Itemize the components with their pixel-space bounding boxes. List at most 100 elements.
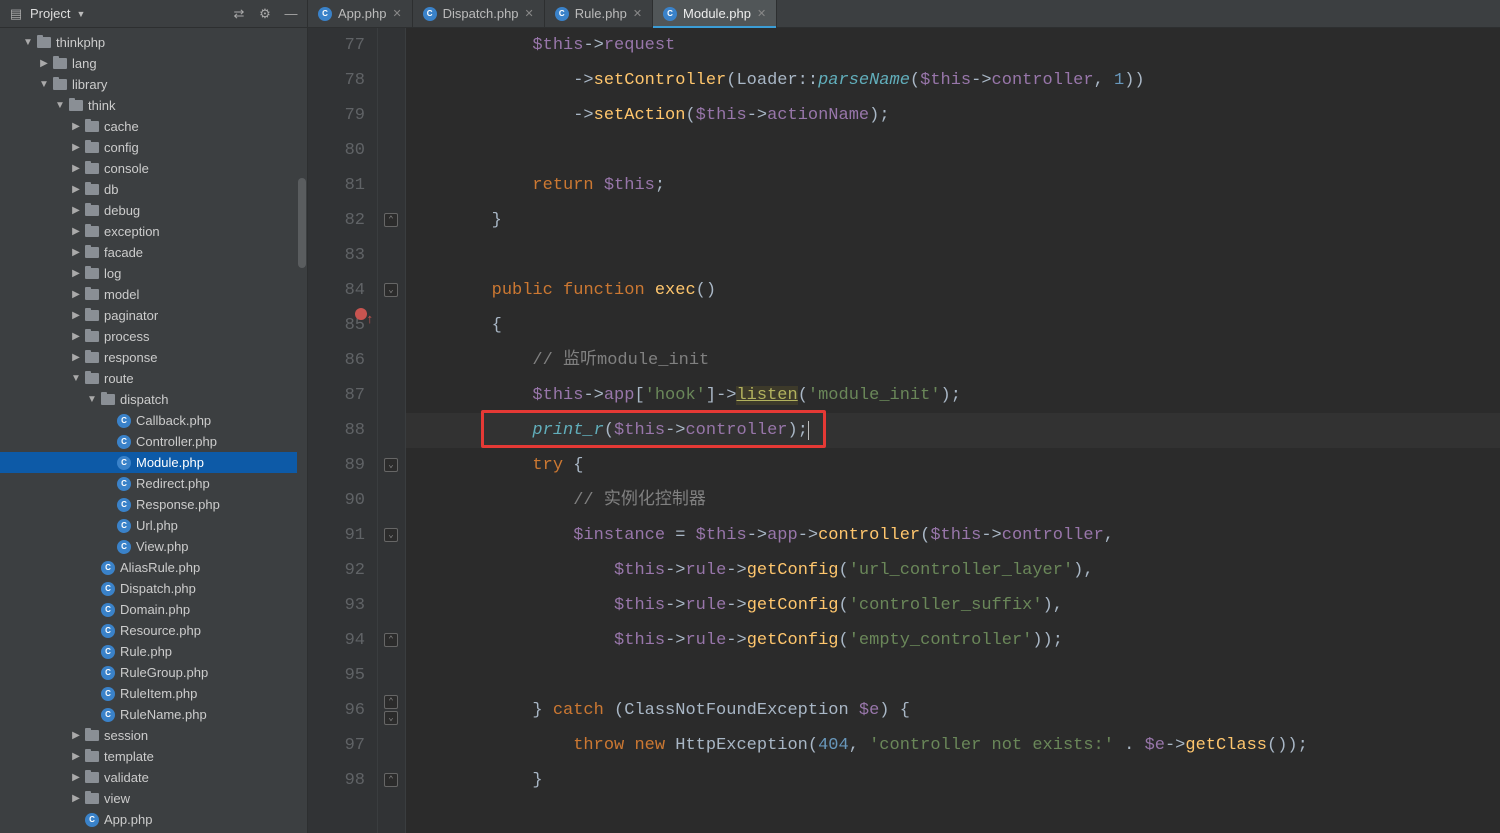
code-line[interactable]: $instance = $this->app->controller($this… — [410, 518, 1500, 553]
tree-folder[interactable]: ▼route — [0, 368, 307, 389]
fold-toggle-icon[interactable]: ⌃ — [384, 633, 398, 647]
code-line[interactable]: } catch (ClassNotFoundException $e) { — [410, 693, 1500, 728]
tree-expand-arrow[interactable]: ▶ — [70, 793, 82, 804]
tree-file[interactable]: Domain.php — [0, 599, 307, 620]
scroll-from-source-icon[interactable]: ⇄ — [231, 6, 247, 22]
tree-expand-arrow[interactable]: ▶ — [38, 58, 50, 69]
tree-file[interactable]: AliasRule.php — [0, 557, 307, 578]
tree-file[interactable]: Module.php — [0, 452, 307, 473]
code-line[interactable]: $this->rule->getConfig('url_controller_l… — [410, 553, 1500, 588]
tree-folder[interactable]: ▼dispatch — [0, 389, 307, 410]
code-lines[interactable]: $this->request ->setController(Loader::p… — [406, 28, 1500, 833]
sidebar-scrollbar[interactable] — [297, 28, 307, 833]
tree-folder[interactable]: ▶debug — [0, 200, 307, 221]
fold-toggle-icon[interactable]: ⌄ — [384, 283, 398, 297]
fold-toggle-icon[interactable]: ⌃ — [384, 213, 398, 227]
code-line[interactable]: return $this; — [410, 168, 1500, 203]
tree-expand-arrow[interactable]: ▶ — [70, 310, 82, 321]
close-icon[interactable]: ✕ — [392, 7, 401, 20]
tree-expand-arrow[interactable]: ▶ — [70, 163, 82, 174]
project-tree[interactable]: ▼thinkphp▶lang▼library▼think▶cache▶confi… — [0, 28, 307, 833]
tree-expand-arrow[interactable]: ▶ — [70, 121, 82, 132]
tree-folder[interactable]: ▶process — [0, 326, 307, 347]
close-icon[interactable]: ✕ — [757, 7, 766, 20]
tree-expand-arrow[interactable]: ▼ — [70, 373, 82, 384]
tree-folder[interactable]: ▶view — [0, 788, 307, 809]
settings-icon[interactable]: ⚙ — [257, 6, 273, 22]
tree-expand-arrow[interactable]: ▶ — [70, 184, 82, 195]
tree-folder[interactable]: ▶exception — [0, 221, 307, 242]
code-line[interactable]: public function exec() — [410, 273, 1500, 308]
tree-expand-arrow[interactable]: ▶ — [70, 772, 82, 783]
tree-file[interactable]: RuleName.php — [0, 704, 307, 725]
tree-folder[interactable]: ▶console — [0, 158, 307, 179]
code-line[interactable]: ->setAction($this->actionName); — [410, 98, 1500, 133]
code-line[interactable] — [410, 658, 1500, 693]
tree-file[interactable]: Url.php — [0, 515, 307, 536]
tree-folder[interactable]: ▶db — [0, 179, 307, 200]
code-line[interactable]: $this->request — [410, 28, 1500, 63]
tree-file[interactable]: RuleGroup.php — [0, 662, 307, 683]
tree-expand-arrow[interactable]: ▶ — [70, 289, 82, 300]
tree-file[interactable]: Response.php — [0, 494, 307, 515]
sidebar-scrollbar-thumb[interactable] — [298, 178, 306, 268]
tree-expand-arrow[interactable]: ▶ — [70, 352, 82, 363]
tree-folder[interactable]: ▼library — [0, 74, 307, 95]
tree-folder[interactable]: ▶model — [0, 284, 307, 305]
tree-expand-arrow[interactable]: ▼ — [22, 37, 34, 48]
tree-file[interactable]: App.php — [0, 809, 307, 830]
tree-file[interactable]: Resource.php — [0, 620, 307, 641]
tree-folder[interactable]: ▶session — [0, 725, 307, 746]
editor-tab[interactable]: Dispatch.php✕ — [413, 0, 545, 27]
tree-file[interactable]: Callback.php — [0, 410, 307, 431]
fold-toggle-icon[interactable]: ⌄ — [384, 528, 398, 542]
tree-file[interactable]: RuleItem.php — [0, 683, 307, 704]
tree-expand-arrow[interactable]: ▶ — [70, 268, 82, 279]
tree-expand-arrow[interactable]: ▶ — [70, 331, 82, 342]
code-line[interactable]: ->setController(Loader::parseName($this-… — [410, 63, 1500, 98]
tree-folder[interactable]: ▶log — [0, 263, 307, 284]
tree-expand-arrow[interactable]: ▶ — [70, 142, 82, 153]
tree-folder[interactable]: ▼thinkphp — [0, 32, 307, 53]
code-line[interactable]: $this->rule->getConfig('controller_suffi… — [410, 588, 1500, 623]
code-line[interactable]: try { — [410, 448, 1500, 483]
tree-file[interactable]: Dispatch.php — [0, 578, 307, 599]
code-line[interactable] — [410, 238, 1500, 273]
chevron-down-icon[interactable]: ▼ — [76, 9, 85, 19]
hide-icon[interactable]: — — [283, 6, 299, 22]
code-line[interactable]: print_r($this->controller);​ — [410, 413, 1500, 448]
tree-folder[interactable]: ▶lang — [0, 53, 307, 74]
code-line[interactable] — [410, 133, 1500, 168]
tree-folder[interactable]: ▶paginator — [0, 305, 307, 326]
code-line[interactable]: } — [410, 203, 1500, 238]
tree-file[interactable]: Controller.php — [0, 431, 307, 452]
tree-expand-arrow[interactable]: ▼ — [54, 100, 66, 111]
tree-folder[interactable]: ▶cache — [0, 116, 307, 137]
editor-tab[interactable]: App.php✕ — [308, 0, 413, 27]
tree-folder[interactable]: ▶validate — [0, 767, 307, 788]
tree-file[interactable]: View.php — [0, 536, 307, 557]
tree-folder[interactable]: ▶response — [0, 347, 307, 368]
override-marker-icon[interactable] — [355, 308, 367, 320]
code-line[interactable]: { — [410, 308, 1500, 343]
fold-gutter[interactable]: ⌃⌄⌄⌄⌃⌃⌄⌃ — [378, 28, 406, 833]
tree-file[interactable]: Redirect.php — [0, 473, 307, 494]
code-view[interactable]: 7778798081828384858687888990919293949596… — [308, 28, 1500, 833]
code-line[interactable]: // 实例化控制器 — [410, 483, 1500, 518]
tree-expand-arrow[interactable]: ▼ — [86, 394, 98, 405]
fold-toggle-icon[interactable]: ⌃ — [384, 773, 398, 787]
code-line[interactable]: } — [410, 763, 1500, 798]
editor-tab[interactable]: Module.php✕ — [653, 0, 777, 27]
tree-expand-arrow[interactable]: ▼ — [38, 79, 50, 90]
code-line[interactable]: throw new HttpException(404, 'controller… — [410, 728, 1500, 763]
tree-folder[interactable]: ▼think — [0, 95, 307, 116]
tree-expand-arrow[interactable]: ▶ — [70, 247, 82, 258]
code-line[interactable]: $this->rule->getConfig('empty_controller… — [410, 623, 1500, 658]
tree-file[interactable]: Rule.php — [0, 641, 307, 662]
tree-folder[interactable]: ▶template — [0, 746, 307, 767]
close-icon[interactable]: ✕ — [525, 7, 534, 20]
code-line[interactable]: // 监听module_init — [410, 343, 1500, 378]
tree-expand-arrow[interactable]: ▶ — [70, 751, 82, 762]
editor-tab[interactable]: Rule.php✕ — [545, 0, 653, 27]
tree-folder[interactable]: ▶facade — [0, 242, 307, 263]
